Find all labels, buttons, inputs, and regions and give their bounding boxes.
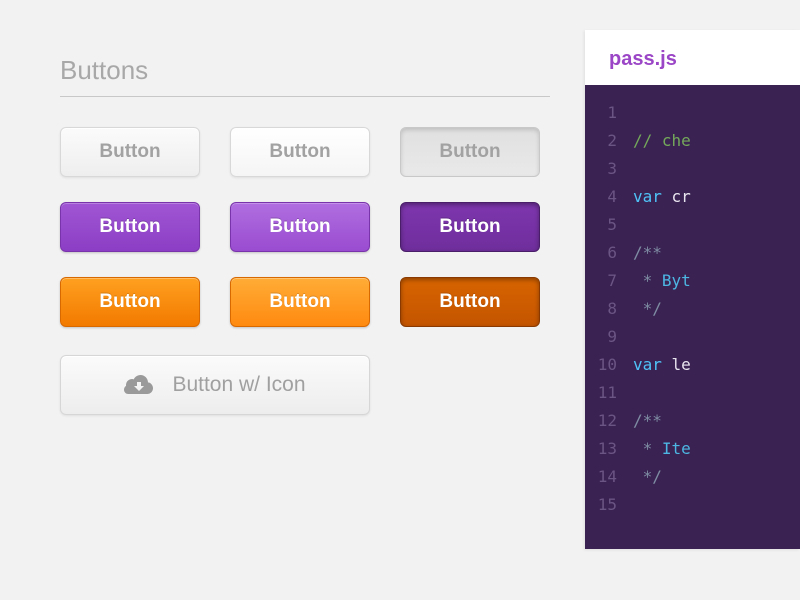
button-orange-hover[interactable]: Button	[230, 277, 370, 327]
code-token: *	[633, 267, 662, 295]
button-purple-default[interactable]: Button	[60, 202, 200, 252]
section-title: Buttons	[60, 55, 550, 97]
code-token: Byt	[662, 267, 691, 295]
line-number: 10	[585, 351, 633, 379]
code-token: */	[633, 295, 662, 323]
line-number: 5	[585, 211, 633, 239]
code-line: 11	[585, 379, 800, 407]
code-line: 15	[585, 491, 800, 519]
button-gray-hover[interactable]: Button	[230, 127, 370, 177]
code-panel: pass.js 12// che34var cr56/**7 * Byt8 */…	[585, 30, 800, 549]
button-orange-active[interactable]: Button	[400, 277, 540, 327]
code-line: 12/**	[585, 407, 800, 435]
line-number: 11	[585, 379, 633, 407]
code-token: */	[633, 463, 662, 491]
code-token: cr	[672, 183, 691, 211]
line-number: 8	[585, 295, 633, 323]
code-token: var	[633, 183, 672, 211]
code-token: *	[633, 435, 662, 463]
line-number: 9	[585, 323, 633, 351]
button-grid: Button Button Button Button Button Butto…	[60, 127, 550, 327]
code-line: 5	[585, 211, 800, 239]
code-line: 9	[585, 323, 800, 351]
button-with-icon-label: Button w/ Icon	[172, 373, 305, 397]
code-line: 6/**	[585, 239, 800, 267]
button-purple-active[interactable]: Button	[400, 202, 540, 252]
code-token: var	[633, 351, 672, 379]
line-number: 12	[585, 407, 633, 435]
button-gray-default[interactable]: Button	[60, 127, 200, 177]
button-purple-hover[interactable]: Button	[230, 202, 370, 252]
line-number: 6	[585, 239, 633, 267]
line-number: 3	[585, 155, 633, 183]
button-orange-default[interactable]: Button	[60, 277, 200, 327]
buttons-section: Buttons Button Button Button Button Butt…	[60, 55, 550, 415]
code-line: 14 */	[585, 463, 800, 491]
code-token: // che	[633, 127, 691, 155]
code-line: 10var le	[585, 351, 800, 379]
code-filename-tab[interactable]: pass.js	[585, 30, 800, 85]
line-number: 2	[585, 127, 633, 155]
code-line: 1	[585, 99, 800, 127]
code-line: 3	[585, 155, 800, 183]
code-token: le	[672, 351, 691, 379]
button-gray-active[interactable]: Button	[400, 127, 540, 177]
line-number: 14	[585, 463, 633, 491]
line-number: 7	[585, 267, 633, 295]
line-number: 1	[585, 99, 633, 127]
code-body: 12// che34var cr56/**7 * Byt8 */910var l…	[585, 85, 800, 549]
code-line: 7 * Byt	[585, 267, 800, 295]
line-number: 4	[585, 183, 633, 211]
line-number: 13	[585, 435, 633, 463]
code-line: 8 */	[585, 295, 800, 323]
button-with-icon[interactable]: Button w/ Icon	[60, 355, 370, 415]
code-line: 13 * Ite	[585, 435, 800, 463]
code-line: 2// che	[585, 127, 800, 155]
code-line: 4var cr	[585, 183, 800, 211]
code-token: Ite	[662, 435, 691, 463]
line-number: 15	[585, 491, 633, 519]
code-token: /**	[633, 407, 662, 435]
cloud-download-icon	[124, 373, 154, 397]
code-token: /**	[633, 239, 662, 267]
